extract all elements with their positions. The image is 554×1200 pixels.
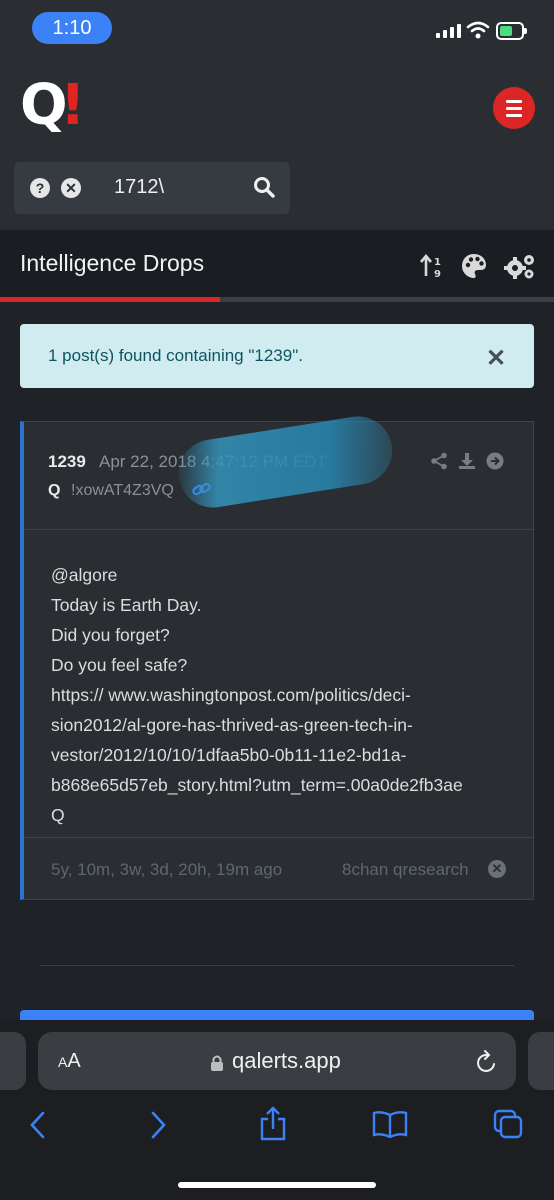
post-body-line: Did you forget?: [51, 625, 170, 645]
menu-button[interactable]: [493, 87, 535, 129]
progress-fill: [0, 297, 220, 302]
clear-search-icon[interactable]: ✕: [61, 178, 81, 198]
post-body-line: Do you feel safe?: [51, 655, 188, 675]
settings-icon[interactable]: [504, 252, 536, 280]
post-author: Q: [48, 482, 61, 499]
post-link-line[interactable]: vestor/2012/10/10/1dfaa5b0-0b11-11e2-bd1…: [51, 740, 511, 770]
tabs-icon[interactable]: [492, 1108, 524, 1140]
home-indicator[interactable]: [178, 1182, 376, 1188]
download-icon[interactable]: [458, 452, 476, 470]
battery-nub: [524, 28, 527, 34]
post-source: 8chan qresearch: [342, 860, 469, 879]
url-text[interactable]: qalerts.app: [232, 1048, 341, 1074]
share-icon[interactable]: [430, 452, 448, 470]
back-icon[interactable]: [28, 1110, 48, 1140]
reader-options-button[interactable]: AA: [58, 1050, 81, 1073]
close-source-icon[interactable]: ✕: [488, 860, 506, 878]
search-input[interactable]: 1712\: [114, 176, 164, 199]
content-divider: [40, 965, 514, 966]
previous-tab-preview[interactable]: [0, 1032, 26, 1090]
post-body-line: @algore: [51, 565, 118, 585]
post-link-line[interactable]: sion2012/al-gore-has-thrived-as-green-te…: [51, 710, 511, 740]
card-header-divider: [24, 529, 534, 530]
lock-icon: [211, 1055, 223, 1071]
post-body-line: Q: [51, 805, 65, 825]
menu-icon-bar: [506, 99, 522, 103]
svg-text:1: 1: [434, 257, 441, 268]
close-alert-icon[interactable]: ✕: [486, 344, 506, 373]
wifi-icon: [466, 21, 490, 39]
share-page-icon[interactable]: [258, 1106, 288, 1142]
menu-icon-bar: [506, 113, 522, 117]
page-title: Intelligence Drops: [20, 250, 205, 276]
svg-text:9: 9: [434, 269, 441, 279]
post-tripcode: !xowAT4Z3VQ: [71, 482, 174, 499]
help-icon[interactable]: ?: [30, 178, 50, 198]
card-footer-divider: [24, 837, 534, 838]
post-body-line: Today is Earth Day.: [51, 595, 202, 615]
bookmarks-icon[interactable]: [372, 1110, 408, 1138]
post-number[interactable]: 1239: [48, 452, 86, 472]
battery-icon: [496, 22, 524, 40]
alert-text: 1 post(s) found containing "1239".: [48, 346, 303, 365]
post-actions: [430, 452, 504, 470]
search-icon[interactable]: [253, 176, 275, 198]
reload-icon[interactable]: [476, 1050, 498, 1074]
menu-icon-bar: [506, 106, 522, 110]
open-post-icon[interactable]: [486, 452, 504, 470]
post-age: 5y, 10m, 3w, 3d, 20h, 19m ago: [51, 860, 283, 879]
next-tab-preview[interactable]: [528, 1032, 554, 1090]
post-body: @algore Today is Earth Day. Did you forg…: [51, 560, 511, 830]
forward-icon[interactable]: [148, 1110, 168, 1140]
status-time: 1:10: [32, 12, 112, 44]
palette-icon[interactable]: [460, 252, 488, 280]
logo-exclamation: !: [60, 73, 86, 138]
sort-icon[interactable]: 1 9: [420, 253, 446, 279]
post-link-line[interactable]: https:// www.washingtonpost.com/politics…: [51, 680, 511, 710]
post-link-line[interactable]: b868e65d57eb_story.html?utm_term=.00a0de…: [51, 770, 511, 800]
signal-icon: [436, 24, 461, 38]
